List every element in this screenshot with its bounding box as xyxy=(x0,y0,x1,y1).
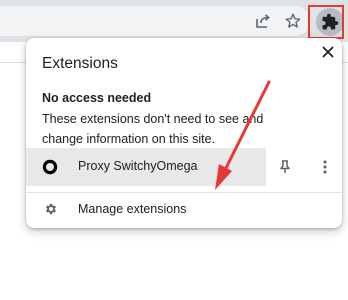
manage-extensions-label: Manage extensions xyxy=(78,202,187,216)
popup-title: Extensions xyxy=(42,55,118,72)
extension-name: Proxy SwitchyOmega xyxy=(78,159,198,173)
ring-icon xyxy=(42,159,58,175)
extensions-button-highlight xyxy=(308,5,344,39)
browser-toolbar xyxy=(0,0,348,42)
extensions-popup: Extensions No access needed These extens… xyxy=(26,38,342,228)
manage-extensions-button[interactable]: Manage extensions xyxy=(26,193,342,227)
pin-icon xyxy=(280,160,290,173)
gear-icon xyxy=(45,203,57,215)
pin-button[interactable] xyxy=(275,157,295,177)
share-icon xyxy=(256,14,270,28)
section-description: These extensions don't need to see and c… xyxy=(42,112,264,146)
extension-item-proxy-switchyomega[interactable]: Proxy SwitchyOmega xyxy=(26,148,342,186)
section-heading: No access needed xyxy=(42,91,152,105)
share-button[interactable] xyxy=(250,8,276,34)
more-vert-icon xyxy=(323,160,327,174)
star-icon xyxy=(285,13,301,28)
bookmark-button[interactable] xyxy=(280,8,306,34)
close-button[interactable] xyxy=(318,42,338,62)
more-options-button[interactable] xyxy=(315,157,335,177)
close-icon xyxy=(322,46,334,58)
